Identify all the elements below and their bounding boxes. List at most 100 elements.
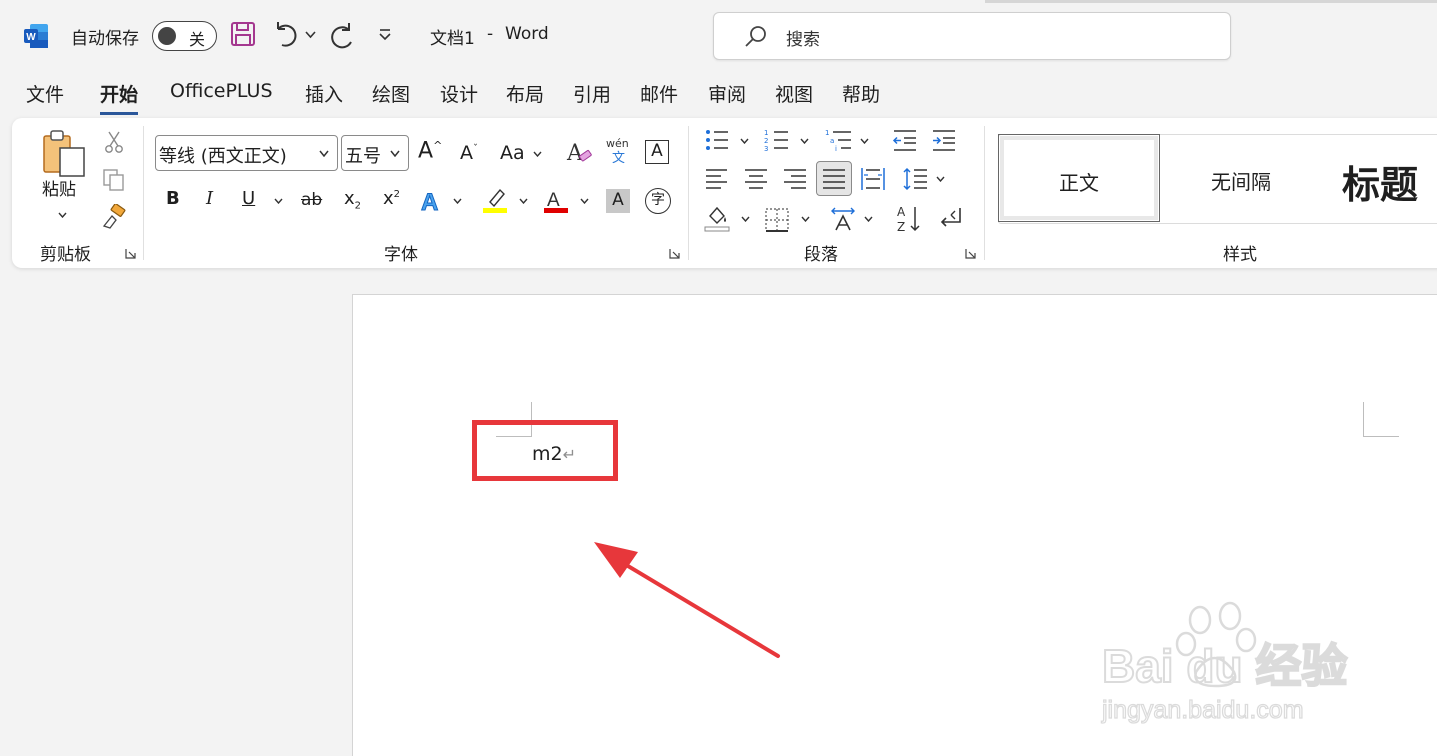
borders-chevron-icon[interactable] [801, 216, 810, 222]
paste-icon[interactable] [40, 128, 88, 180]
character-shading-icon[interactable]: A [606, 189, 630, 213]
italic-button[interactable]: I [206, 190, 213, 208]
undo-icon[interactable] [272, 20, 300, 50]
svg-text:3: 3 [764, 145, 768, 152]
tab-file[interactable]: 文件 [26, 80, 64, 107]
underline-button[interactable]: U [242, 190, 255, 208]
multilevel-chevron-icon[interactable] [860, 138, 869, 144]
cut-icon[interactable] [104, 130, 124, 154]
tab-mailings[interactable]: 邮件 [640, 80, 678, 107]
group-divider [688, 126, 689, 260]
bullets-icon[interactable] [704, 128, 730, 152]
bullets-chevron-icon[interactable] [740, 138, 749, 144]
font-size-value: 五号 [345, 146, 381, 167]
numbering-chevron-icon[interactable] [800, 138, 809, 144]
paste-label[interactable]: 粘贴 [42, 182, 76, 199]
increase-indent-icon[interactable] [931, 128, 957, 152]
line-spacing-chevron-icon[interactable] [936, 176, 945, 182]
font-name-select[interactable]: 等线 (西文正文) [155, 135, 338, 171]
chinese-layout-icon[interactable] [828, 206, 858, 232]
superscript-icon[interactable]: x2 [383, 190, 400, 208]
change-case-button[interactable]: Aa [500, 144, 525, 163]
shading-chevron-icon[interactable] [741, 216, 750, 222]
distributed-icon[interactable] [860, 166, 886, 192]
ribbon-home: 粘贴 剪贴板 等线 (西文正文) 五号 A^ Aˇ Aa A wén 文 A B… [12, 118, 1437, 268]
customize-qat-icon[interactable] [378, 28, 392, 42]
subscript-icon[interactable]: x2 [344, 190, 361, 212]
strikethrough-button[interactable]: ab [301, 192, 322, 209]
format-painter-icon[interactable] [100, 204, 128, 230]
grow-font-icon[interactable]: A^ [418, 140, 442, 162]
clipboard-dialog-launcher-icon[interactable] [125, 248, 136, 259]
save-icon[interactable] [230, 20, 256, 50]
style-normal[interactable]: 正文 [998, 134, 1160, 222]
borders-icon[interactable] [765, 208, 789, 232]
tab-layout[interactable]: 布局 [506, 80, 544, 107]
align-left-icon[interactable] [705, 168, 729, 190]
highlight-chevron-icon[interactable] [519, 198, 528, 204]
tab-review[interactable]: 审阅 [708, 80, 746, 107]
decrease-indent-icon[interactable] [892, 128, 918, 152]
redo-icon[interactable] [329, 20, 357, 50]
chinese-layout-chevron-icon[interactable] [864, 216, 873, 222]
tab-officeplus[interactable]: OfficePLUS [170, 80, 273, 102]
clear-formatting-icon[interactable]: A [565, 138, 593, 166]
underline-chevron-icon[interactable] [274, 198, 283, 204]
group-divider [984, 126, 985, 260]
bold-button[interactable]: B [166, 190, 180, 208]
shrink-font-icon[interactable]: Aˇ [460, 144, 478, 163]
font-color-icon[interactable]: A [542, 186, 570, 214]
autosave-label: 自动保存 [71, 29, 139, 49]
svg-text:i: i [835, 145, 837, 152]
svg-text:A: A [566, 141, 584, 166]
tab-references[interactable]: 引用 [573, 80, 611, 107]
svg-text:A: A [897, 205, 906, 219]
text-effects-icon[interactable]: A [420, 188, 444, 215]
svg-text:2: 2 [764, 137, 768, 145]
copy-icon[interactable] [102, 168, 126, 192]
svg-text:a: a [830, 137, 834, 145]
align-right-icon[interactable] [783, 168, 807, 190]
font-color-chevron-icon[interactable] [580, 198, 589, 204]
paragraph-dialog-launcher-icon[interactable] [965, 248, 976, 259]
enclose-characters-icon[interactable]: 字 [645, 188, 671, 214]
change-case-chevron-icon[interactable] [533, 151, 542, 157]
justify-button[interactable] [816, 161, 852, 196]
text-effects-chevron-icon[interactable] [453, 198, 462, 204]
tab-home[interactable]: 开始 [100, 80, 139, 115]
phonetic-guide-top[interactable]: wén [606, 138, 629, 149]
style-no-spacing[interactable]: 无间隔 [1160, 134, 1322, 222]
chevron-down-icon [390, 150, 400, 157]
character-border-icon[interactable]: A [645, 140, 669, 164]
justify-icon [823, 169, 845, 189]
autosave-state: 关 [189, 30, 206, 49]
top-edge-shadow [985, 0, 1437, 3]
font-group-label: 字体 [384, 245, 418, 265]
show-formatting-marks-icon[interactable] [938, 206, 968, 232]
tab-design[interactable]: 设计 [440, 80, 478, 107]
numbering-icon[interactable]: 1 2 3 [764, 128, 790, 152]
style-heading-label: 标题 [1342, 163, 1419, 207]
style-heading[interactable]: 标题 [1322, 134, 1437, 222]
undo-dropdown-chevron-icon[interactable] [305, 31, 316, 39]
font-dialog-launcher-icon[interactable] [669, 248, 680, 259]
font-color-swatch [544, 208, 568, 213]
line-spacing-icon[interactable] [902, 166, 928, 192]
font-size-select[interactable]: 五号 [341, 135, 409, 171]
tab-help[interactable]: 帮助 [842, 80, 880, 107]
svg-text:1: 1 [764, 129, 768, 137]
phonetic-guide-icon[interactable]: 文 [612, 152, 625, 165]
font-name-value: 等线 (西文正文) [159, 146, 287, 167]
search-box[interactable]: 搜索 [713, 12, 1231, 60]
tab-view[interactable]: 视图 [775, 80, 813, 107]
autosave-toggle[interactable]: 关 [152, 21, 217, 51]
align-center-icon[interactable] [744, 168, 768, 190]
highlight-color-icon[interactable] [482, 186, 510, 214]
clipboard-group-label: 剪贴板 [40, 245, 91, 265]
multilevel-list-icon[interactable]: 1 a i [825, 128, 853, 152]
tab-insert[interactable]: 插入 [305, 80, 343, 107]
tab-draw[interactable]: 绘图 [372, 80, 410, 107]
paste-dropdown-chevron-icon[interactable] [58, 212, 67, 218]
sort-icon[interactable]: A Z [895, 204, 923, 234]
shading-icon[interactable] [704, 204, 732, 232]
